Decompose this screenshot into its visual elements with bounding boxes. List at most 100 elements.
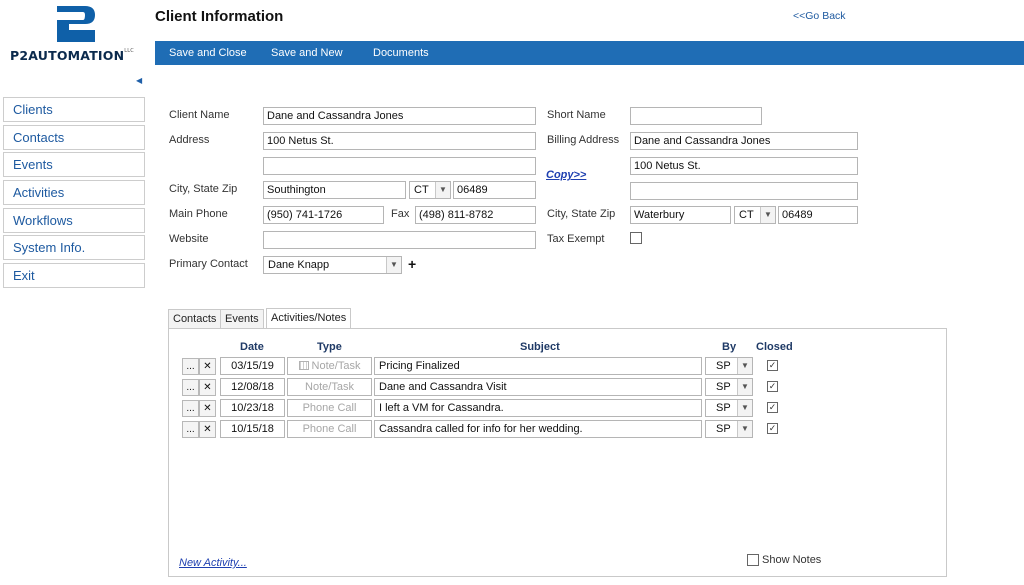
chevron-down-icon: ▼ xyxy=(737,400,752,416)
billing-city-state-zip-label: City, State Zip xyxy=(547,208,616,220)
tab-events[interactable]: Events xyxy=(220,309,264,328)
billing-state-value: CT xyxy=(739,209,754,221)
show-notes-checkbox[interactable] xyxy=(747,554,759,566)
row-date[interactable]: 03/15/19 xyxy=(220,357,285,375)
row-by-select[interactable]: SP ▼ xyxy=(705,357,753,375)
row-date[interactable]: 10/23/18 xyxy=(220,399,285,417)
primary-contact-select[interactable]: Dane Knapp ▼ xyxy=(263,256,402,274)
main-phone-input[interactable] xyxy=(263,206,384,224)
tab-contacts[interactable]: Contacts xyxy=(168,309,222,328)
row-by-value: SP xyxy=(716,381,731,393)
app-logo: P2AUTOMATIONLLC xyxy=(8,4,140,64)
row-by-select[interactable]: SP ▼ xyxy=(705,378,753,396)
row-closed-checkbox[interactable]: ✓ xyxy=(767,381,778,392)
address-line1-input[interactable] xyxy=(263,132,536,150)
sidebar-item-contacts[interactable]: Contacts xyxy=(3,124,145,150)
row-date[interactable]: 12/08/18 xyxy=(220,378,285,396)
sidebar-item-workflows[interactable]: Workflows xyxy=(3,207,145,233)
client-name-input[interactable] xyxy=(263,107,536,125)
row-type-label: Note/Task xyxy=(311,360,361,372)
tax-exempt-label: Tax Exempt xyxy=(547,233,605,245)
row-type[interactable]: Note/Task xyxy=(287,357,372,375)
chevron-down-icon: ▼ xyxy=(760,207,775,223)
row-subject[interactable]: Dane and Cassandra Visit xyxy=(374,378,702,396)
chevron-down-icon: ▼ xyxy=(386,257,401,273)
sidebar-item-activities[interactable]: Activities xyxy=(3,180,145,206)
row-closed-checkbox[interactable]: ✓ xyxy=(767,423,778,434)
city-input[interactable] xyxy=(263,181,406,199)
primary-contact-label: Primary Contact xyxy=(169,258,248,270)
sidebar-item-events[interactable]: Events xyxy=(3,152,145,178)
chevron-down-icon: ▼ xyxy=(737,421,752,437)
calendar-icon xyxy=(298,361,309,370)
documents-button[interactable]: Documents xyxy=(373,47,429,59)
copy-address-link[interactable]: Copy>> xyxy=(546,169,586,181)
row-details-button[interactable]: ... xyxy=(182,379,199,396)
row-by-select[interactable]: SP ▼ xyxy=(705,420,753,438)
col-header-closed: Closed xyxy=(756,341,793,353)
col-header-by: By xyxy=(722,341,737,353)
col-header-type: Type xyxy=(317,341,342,353)
billing-line1-input[interactable] xyxy=(630,157,858,175)
billing-line2-input[interactable] xyxy=(630,182,858,200)
row-type[interactable]: Note/Task xyxy=(287,378,372,396)
row-details-button[interactable]: ... xyxy=(182,358,199,375)
row-by-value: SP xyxy=(716,360,731,372)
row-by-value: SP xyxy=(716,423,731,435)
state-select[interactable]: CT ▼ xyxy=(409,181,451,199)
chevron-down-icon: ▼ xyxy=(737,379,752,395)
col-header-date: Date xyxy=(240,341,264,353)
row-details-button[interactable]: ... xyxy=(182,421,199,438)
primary-contact-value: Dane Knapp xyxy=(268,259,330,271)
row-type[interactable]: Phone Call xyxy=(287,399,372,417)
page-title: Client Information xyxy=(155,8,284,25)
save-and-new-button[interactable]: Save and New xyxy=(271,47,343,59)
fax-label: Fax xyxy=(391,208,410,220)
sidebar-item-system-info[interactable]: System Info. xyxy=(3,235,145,261)
row-date[interactable]: 10/15/18 xyxy=(220,420,285,438)
client-name-label: Client Name xyxy=(169,109,230,121)
add-contact-button[interactable]: + xyxy=(408,256,416,272)
p2-logo-icon xyxy=(57,6,95,42)
billing-zip-input[interactable] xyxy=(778,206,858,224)
row-details-button[interactable]: ... xyxy=(182,400,199,417)
col-header-subject: Subject xyxy=(520,341,560,353)
main-phone-label: Main Phone xyxy=(169,208,228,220)
billing-state-select[interactable]: CT ▼ xyxy=(734,206,776,224)
row-by-select[interactable]: SP ▼ xyxy=(705,399,753,417)
fax-input[interactable] xyxy=(415,206,536,224)
go-back-link[interactable]: <<Go Back xyxy=(793,10,846,22)
chevron-down-icon: ▼ xyxy=(435,182,450,198)
sidebar-item-clients[interactable]: Clients xyxy=(3,97,145,122)
zip-input[interactable] xyxy=(453,181,536,199)
address-line2-input[interactable] xyxy=(263,157,536,175)
save-and-close-button[interactable]: Save and Close xyxy=(169,47,247,59)
show-notes-label: Show Notes xyxy=(762,554,822,566)
row-subject[interactable]: I left a VM for Cassandra. xyxy=(374,399,702,417)
website-label: Website xyxy=(169,233,209,245)
row-subject[interactable]: Cassandra called for info for her weddin… xyxy=(374,420,702,438)
brand-trademark: LLC xyxy=(124,48,134,54)
city-state-zip-label: City, State Zip xyxy=(169,183,238,195)
row-type[interactable]: Phone Call xyxy=(287,420,372,438)
sidebar-item-exit[interactable]: Exit xyxy=(3,263,145,289)
billing-city-input[interactable] xyxy=(630,206,731,224)
billing-name-input[interactable] xyxy=(630,132,858,150)
caret-left-icon[interactable]: ◀ xyxy=(136,76,142,85)
row-delete-button[interactable]: ✕ xyxy=(199,358,216,375)
sidebar-nav: Clients Contacts Events Activities Workf… xyxy=(3,97,145,291)
tax-exempt-checkbox[interactable] xyxy=(630,232,642,244)
row-subject[interactable]: Pricing Finalized xyxy=(374,357,702,375)
new-activity-link[interactable]: New Activity... xyxy=(179,557,247,569)
website-input[interactable] xyxy=(263,231,536,249)
chevron-down-icon: ▼ xyxy=(737,358,752,374)
row-closed-checkbox[interactable]: ✓ xyxy=(767,360,778,371)
short-name-input[interactable] xyxy=(630,107,762,125)
row-by-value: SP xyxy=(716,402,731,414)
tab-activities-notes[interactable]: Activities/Notes xyxy=(266,308,352,328)
row-delete-button[interactable]: ✕ xyxy=(199,379,216,396)
state-value: CT xyxy=(414,184,429,196)
row-delete-button[interactable]: ✕ xyxy=(199,421,216,438)
row-delete-button[interactable]: ✕ xyxy=(199,400,216,417)
row-closed-checkbox[interactable]: ✓ xyxy=(767,402,778,413)
